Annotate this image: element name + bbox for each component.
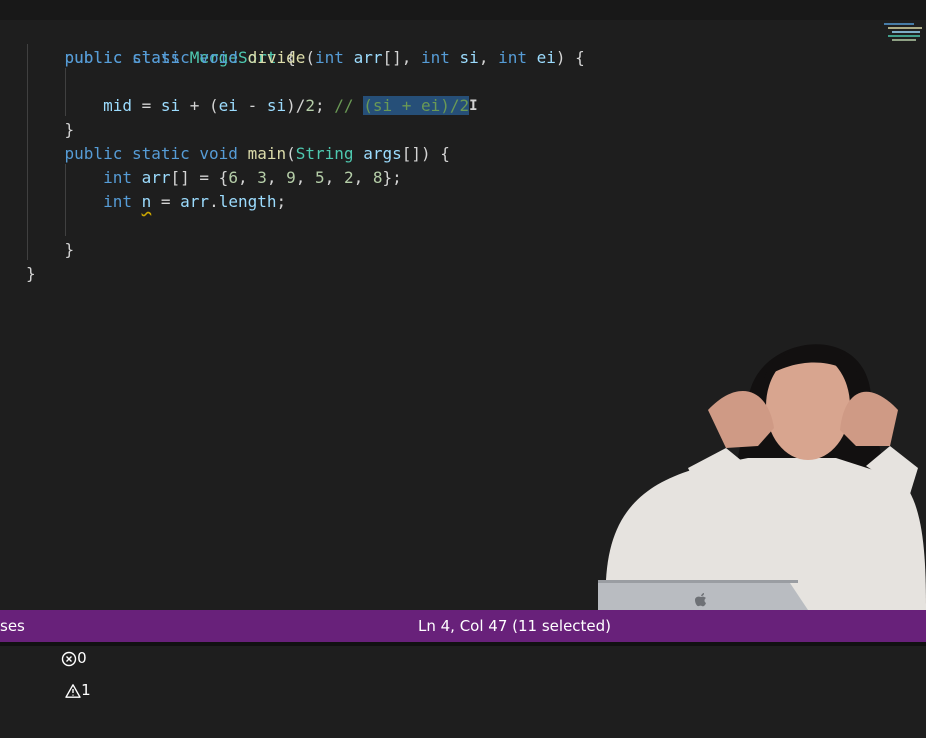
punctuation: ,: [324, 168, 344, 187]
code-line-7[interactable]: int arr[] = {6, 3, 9, 5, 2, 8};: [26, 166, 402, 190]
operator: =: [131, 96, 161, 115]
type-keyword: int: [103, 192, 132, 211]
punctuation: [] = {: [170, 168, 229, 187]
code-line-5[interactable]: }: [26, 118, 75, 142]
bottom-edge: [0, 642, 926, 646]
code-line-11[interactable]: }: [26, 262, 36, 286]
type-keyword: int: [103, 168, 132, 187]
code-line-2[interactable]: public static void divide(int arr[], int…: [26, 46, 585, 70]
punctuation: []) {: [401, 144, 450, 163]
window-top-bar: [0, 0, 926, 20]
method-name: divide: [247, 48, 306, 67]
comment: //: [334, 96, 364, 115]
variable: arr: [141, 168, 171, 187]
punctuation: (: [305, 48, 316, 67]
punctuation: ;: [315, 96, 335, 115]
selected-text[interactable]: (si + ei)/2: [363, 96, 470, 115]
status-left-fragment[interactable]: ses: [0, 610, 25, 642]
type-keyword: int: [315, 48, 344, 67]
code-line-10[interactable]: }: [26, 238, 75, 262]
operator: )/: [286, 96, 306, 115]
punctuation: ,: [478, 48, 499, 67]
keyword: public: [64, 48, 123, 67]
apple-logo-icon: [695, 593, 706, 607]
status-bar: ses 0 1 Ln 4, Col 47 (11 selected): [0, 610, 926, 699]
type-keyword: int: [498, 48, 527, 67]
operator: + (: [180, 96, 219, 115]
punctuation: ) {: [555, 48, 585, 67]
punctuation: ,: [295, 168, 316, 187]
keyword: void: [199, 48, 238, 67]
punctuation: (: [286, 144, 296, 163]
number-literal: 2: [343, 168, 354, 187]
brace: }: [26, 264, 36, 283]
warning-count: 1: [81, 681, 91, 699]
punctuation: ,: [353, 168, 373, 187]
operator: -: [237, 96, 267, 115]
number-literal: 3: [257, 168, 267, 187]
punctuation: ;: [276, 192, 287, 211]
keyword: static: [131, 144, 190, 163]
parameter: args: [363, 144, 402, 163]
property: length: [218, 192, 277, 211]
number-literal: 6: [228, 168, 238, 187]
punctuation: ,: [237, 168, 258, 187]
error-circle-icon: [61, 651, 77, 666]
keyword: public: [64, 144, 123, 163]
variable: si: [160, 96, 181, 115]
code-line-4[interactable]: mid = si + (ei - si)/2; // (si + ei)/2I: [26, 94, 478, 118]
problems-indicator[interactable]: 0 1: [42, 610, 91, 699]
type-keyword: int: [421, 48, 450, 67]
number-literal: 2: [305, 96, 316, 115]
punctuation: .: [209, 192, 219, 211]
code-line-6[interactable]: public static void main(String args[]) {: [26, 142, 450, 166]
text-cursor-icon: I: [469, 98, 478, 114]
code-line-8[interactable]: int n = arr.length;: [26, 190, 286, 214]
presenter-video-overlay: [598, 318, 926, 610]
brace: }: [64, 120, 75, 139]
parameter: arr: [353, 48, 383, 67]
number-literal: 9: [286, 168, 296, 187]
variable: si: [266, 96, 287, 115]
error-count: 0: [77, 649, 87, 667]
parameter: ei: [536, 48, 556, 67]
cursor-position[interactable]: Ln 4, Col 47 (11 selected): [418, 610, 611, 642]
brace: }: [64, 240, 75, 259]
operator: =: [151, 192, 181, 211]
punctuation: [],: [382, 48, 421, 67]
method-name: main: [247, 144, 287, 163]
variable: ei: [218, 96, 238, 115]
variable-with-warning[interactable]: n: [142, 192, 152, 211]
variable: mid: [103, 96, 132, 115]
keyword: void: [199, 144, 238, 163]
type-name: String: [295, 144, 354, 163]
parameter: si: [459, 48, 479, 67]
warning-triangle-icon: [65, 683, 81, 698]
number-literal: 5: [315, 168, 325, 187]
punctuation: };: [382, 168, 402, 187]
punctuation: ,: [266, 168, 287, 187]
code-line-1[interactable]: public class MergeSort {: [26, 22, 296, 67]
variable: arr: [180, 192, 210, 211]
keyword: static: [131, 48, 190, 67]
